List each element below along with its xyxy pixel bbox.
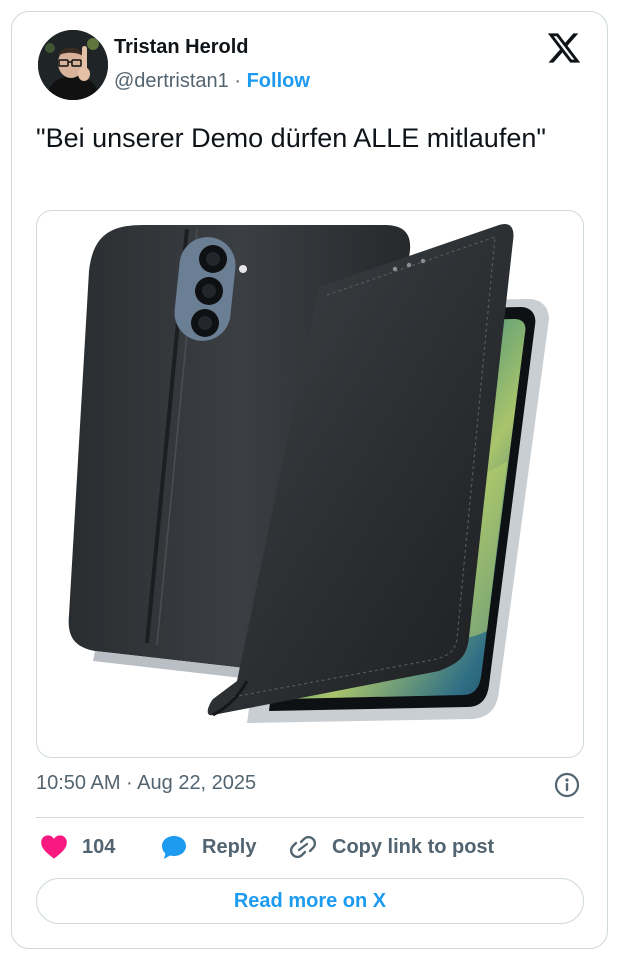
author-handle-row: @dertristan1 · Follow: [114, 70, 310, 93]
tweet-media[interactable]: [36, 210, 584, 758]
author-handle[interactable]: @dertristan1: [114, 70, 229, 92]
info-icon[interactable]: [554, 772, 580, 798]
follow-button[interactable]: Follow: [247, 70, 310, 92]
link-icon: [288, 833, 318, 861]
author-name[interactable]: Tristan Herold: [114, 36, 248, 59]
separator-dot: ·: [234, 70, 242, 92]
tweet-timestamp[interactable]: 10:50 AM · Aug 22, 2025: [36, 772, 256, 795]
copy-link-label: Copy link to post: [332, 835, 495, 858]
phone-flip-case-image: [68, 223, 549, 723]
reply-button[interactable]: Reply: [160, 832, 256, 862]
reply-bubble-icon: [160, 834, 188, 860]
divider: [36, 817, 584, 818]
user-avatar: [38, 30, 108, 100]
reply-label: Reply: [202, 835, 257, 858]
like-button[interactable]: 104: [40, 832, 115, 862]
like-count: 104: [82, 835, 116, 858]
heart-icon: [40, 834, 68, 860]
tweet-text: "Bei unserer Demo dürfen ALLE mitlaufen": [36, 123, 546, 153]
avatar[interactable]: [38, 30, 108, 100]
x-logo-icon[interactable]: [546, 30, 582, 66]
read-more-button[interactable]: Read more on X: [36, 878, 584, 924]
copy-link-button[interactable]: Copy link to post: [288, 832, 494, 862]
